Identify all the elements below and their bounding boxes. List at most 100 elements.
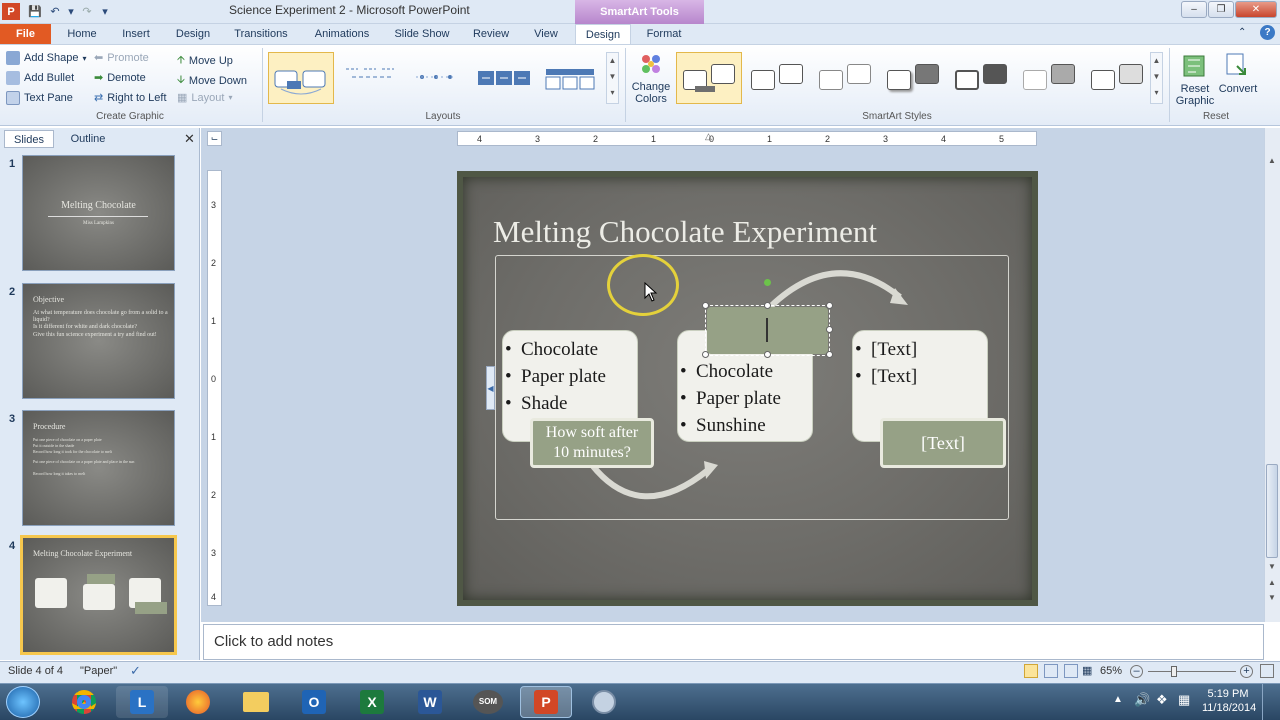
minimize-button[interactable]: – [1181, 1, 1207, 18]
zoom-in-icon[interactable]: + [1240, 665, 1253, 678]
reset-graphic-button[interactable]: Reset Graphic [1174, 50, 1216, 107]
move-up-button[interactable]: 🡩 Move Up [177, 51, 233, 70]
smartart-tag-3[interactable]: [Text] [880, 418, 1006, 468]
promote-button[interactable]: ⬅ Promote [94, 51, 149, 65]
zoom-slider-thumb[interactable] [1171, 666, 1177, 677]
firefox-icon[interactable] [172, 686, 224, 718]
layout-thumbnail-5[interactable] [538, 52, 602, 104]
smartart-style-3[interactable] [812, 52, 878, 104]
close-button[interactable]: ✕ [1235, 1, 1277, 18]
slide-thumbnail-2[interactable]: Objective At what temperature does choco… [22, 283, 175, 399]
scroll-up-icon[interactable]: ▲ [1266, 156, 1278, 168]
tab-animations[interactable]: Animations [308, 24, 376, 44]
dropbox-icon[interactable]: ❖ [1156, 692, 1168, 708]
reading-view-icon[interactable] [1064, 664, 1078, 678]
tab-transitions[interactable]: Transitions [228, 24, 294, 44]
slide-thumbnail-1[interactable]: Melting Chocolate Miss Lampkins [22, 155, 175, 271]
layouts-gallery-scroll[interactable]: ▲ ▼ ▾ [606, 52, 619, 104]
text-pane-button[interactable]: Text Pane [6, 91, 73, 105]
slide-show-icon[interactable]: ▦ [1082, 664, 1096, 678]
utility-app-icon[interactable] [578, 686, 630, 718]
resize-handle[interactable] [702, 351, 709, 358]
tab-file[interactable]: File [0, 24, 51, 44]
bullet-item[interactable]: [Text] [853, 363, 987, 390]
styles-gallery-scroll[interactable]: ▲ ▼ ▾ [1150, 52, 1163, 104]
fit-slide-icon[interactable] [1260, 664, 1274, 678]
scroll-thumb[interactable] [1266, 464, 1278, 558]
smartart-style-7[interactable] [1084, 52, 1150, 104]
layout-thumbnail-2[interactable] [338, 52, 402, 104]
ribbon-collapse-icon[interactable]: ⌃ [1238, 27, 1246, 38]
tab-view[interactable]: View [526, 24, 566, 44]
slide-thumbnail-3[interactable]: Procedure Put one piece of chocolate on … [22, 410, 175, 526]
save-icon[interactable]: 💾 [26, 3, 44, 20]
customize-toolbar-icon[interactable]: ▾ [96, 3, 114, 20]
smartart-style-5[interactable] [948, 52, 1014, 104]
redo-icon[interactable]: ↷ [78, 3, 96, 20]
tab-slides[interactable]: Slides [4, 130, 54, 148]
file-explorer-icon[interactable] [230, 686, 282, 718]
slide-title[interactable]: Melting Chocolate Experiment [493, 214, 877, 250]
layout-thumbnail-3[interactable] [404, 52, 468, 104]
network-icon[interactable]: ▦ [1178, 692, 1190, 708]
lync-icon[interactable]: L [116, 686, 168, 718]
move-down-button[interactable]: 🡫 Move Down [177, 71, 247, 90]
tab-home[interactable]: Home [62, 24, 102, 44]
next-slide-icon[interactable]: ▼ [1266, 593, 1278, 605]
bullet-item[interactable]: Chocolate [503, 336, 637, 363]
scroll-down-icon[interactable]: ▼ [1266, 562, 1278, 574]
tab-outline[interactable]: Outline [58, 130, 118, 148]
tab-stop-selector-icon[interactable]: ⌙ [207, 131, 222, 146]
resize-handle[interactable] [826, 351, 833, 358]
convert-button[interactable]: Convert [1216, 50, 1260, 95]
show-hidden-icons[interactable]: ▲ [1113, 694, 1123, 705]
layout-thumbnail-4[interactable] [472, 52, 536, 104]
spell-check-icon[interactable]: ✓ [130, 663, 141, 679]
screencast-icon[interactable]: SOM [462, 686, 514, 718]
tab-slide-show[interactable]: Slide Show [388, 24, 456, 44]
bullet-item[interactable]: [Text] [853, 336, 987, 363]
add-bullet-button[interactable]: Add Bullet [6, 71, 74, 85]
restore-button[interactable]: ❐ [1208, 1, 1234, 18]
system-clock[interactable]: 5:19 PM 11/18/2014 [1202, 687, 1256, 715]
normal-view-icon[interactable] [1024, 664, 1038, 678]
resize-handle[interactable] [764, 351, 771, 358]
previous-slide-icon[interactable]: ▲ [1266, 578, 1278, 590]
notes-pane[interactable] [203, 624, 1264, 660]
layout-thumbnail-1[interactable] [268, 52, 334, 104]
right-to-left-button[interactable]: ⇄ Right to Left [94, 91, 167, 105]
tab-design-main[interactable]: Design [170, 24, 216, 44]
show-desktop-button[interactable] [1262, 684, 1280, 720]
layout-button[interactable]: ▦ Layout ▾ [177, 91, 232, 105]
smartart-style-4[interactable] [880, 52, 946, 104]
resize-handle[interactable] [826, 302, 833, 309]
bullet-item[interactable]: Chocolate [678, 358, 812, 385]
chrome-icon[interactable] [58, 686, 110, 718]
tab-review[interactable]: Review [468, 24, 514, 44]
indent-marker-icon[interactable]: △ [705, 131, 715, 151]
close-pane-icon[interactable]: ✕ [184, 131, 195, 147]
change-colors-button[interactable]: Change Colors [629, 50, 673, 110]
outlook-icon[interactable]: O [288, 686, 340, 718]
excel-icon[interactable]: X [346, 686, 398, 718]
resize-handle[interactable] [826, 326, 833, 333]
resize-handle[interactable] [764, 302, 771, 309]
zoom-level[interactable]: 65% [1100, 665, 1122, 677]
tab-insert[interactable]: Insert [114, 24, 158, 44]
powerpoint-logo-icon[interactable]: P [2, 3, 20, 20]
start-button[interactable] [6, 686, 40, 718]
bullet-item[interactable]: Shade [503, 390, 637, 417]
volume-icon[interactable]: 🔊 [1134, 692, 1150, 708]
rotation-handle[interactable] [764, 279, 771, 286]
tab-format[interactable]: Format [640, 24, 688, 44]
word-icon[interactable]: W [404, 686, 456, 718]
demote-button[interactable]: ➡ Demote [94, 71, 146, 85]
zoom-slider-track[interactable] [1148, 671, 1236, 672]
zoom-out-icon[interactable]: – [1130, 665, 1143, 678]
smartart-style-2[interactable] [744, 52, 810, 104]
bullet-item[interactable]: Paper plate [503, 363, 637, 390]
smartart-style-6[interactable] [1016, 52, 1082, 104]
tab-smartart-design[interactable]: Design [575, 24, 631, 44]
bullet-item[interactable]: Sunshine [678, 412, 812, 439]
text-pane-toggle-icon[interactable]: ◀ [486, 366, 495, 410]
